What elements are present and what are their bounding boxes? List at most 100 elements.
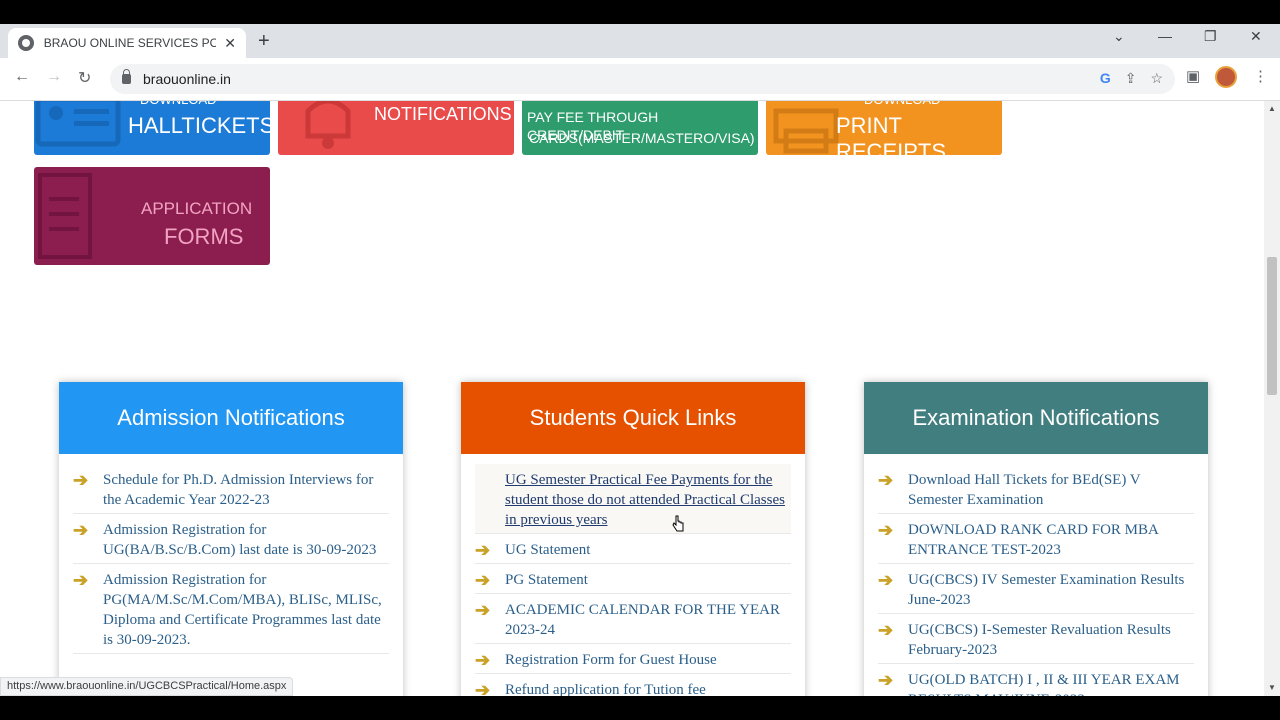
new-tab-icon[interactable]: + [258, 30, 270, 53]
admission-notifications-card: Admission Notifications ➔ Schedule for Ph… [59, 382, 403, 696]
arrow-icon: ➔ [73, 470, 89, 490]
list-item[interactable]: ➔ DOWNLOAD RANK CARD FOR MBA ENTRANCE TES… [878, 514, 1194, 564]
arrow-icon: ➔ [878, 670, 894, 690]
scroll-up-icon[interactable]: ▲ [1268, 104, 1276, 113]
side-panel-icon[interactable]: ▣ [1186, 67, 1200, 85]
tile-halltickets[interactable]: DOWNLOAD HALLTICKETS [34, 101, 270, 155]
list-item-link[interactable]: Refund application for Tution fee [505, 680, 706, 696]
screen: BRAOU ONLINE SERVICES PORT ✕ + ⌄ — ❐ ✕ ←… [0, 0, 1280, 720]
address-bar[interactable]: braouonline.in G ⇪ ☆ [110, 64, 1175, 94]
tab-search-icon[interactable]: ⌄ [1113, 28, 1125, 45]
list-item[interactable]: ➔ UG(CBCS) I-Semester Revaluation Results… [878, 614, 1194, 664]
card-header: Students Quick Links [461, 382, 805, 454]
page-viewport: DOWNLOAD HALLTICKETS NOTIFICATIONS PAY F… [0, 101, 1264, 696]
tile-line2: PRINT RECEIPTS [836, 113, 947, 155]
tab-strip: BRAOU ONLINE SERVICES PORT ✕ + ⌄ — ❐ ✕ [0, 24, 1280, 58]
bookmark-star-icon[interactable]: ☆ [1150, 70, 1163, 87]
list-item[interactable]: ➔ UG Statement [475, 534, 791, 564]
list-item[interactable]: ➔ PG Statement [475, 564, 791, 594]
tile-print-receipts[interactable]: DOWNLOAD PRINT RECEIPTS [766, 101, 1002, 155]
arrow-icon: ➔ [73, 520, 89, 540]
arrow-icon: ➔ [475, 540, 491, 560]
tile-line2: NOTIFICATIONS [374, 104, 512, 124]
list-item-link[interactable]: UG Statement [505, 540, 590, 560]
arrow-icon: ➔ [73, 570, 89, 590]
url-text: braouonline.in [143, 71, 231, 87]
printer-icon [773, 108, 839, 154]
back-icon[interactable]: ← [14, 68, 30, 86]
list-item[interactable]: ➔ UG(OLD BATCH) I , II & III YEAR EXAM RE… [878, 664, 1194, 696]
google-translate-icon[interactable]: G [1100, 70, 1111, 87]
hand-cursor-icon [672, 515, 684, 532]
forward-icon[interactable]: → [46, 68, 62, 86]
share-icon[interactable]: ⇪ [1125, 70, 1137, 87]
tile-line1: APPLICATION [141, 199, 253, 218]
tile-line1: DOWNLOAD [140, 101, 217, 109]
tile-line1: DOWNLOAD [864, 101, 941, 109]
arrow-icon: ➔ [475, 680, 491, 696]
form-icon [38, 173, 92, 259]
quick-links-list: ➔ UG Semester Practical Fee Payments for … [461, 454, 805, 696]
menu-kebab-icon[interactable]: ⋮ [1253, 67, 1268, 85]
list-item-link[interactable]: Schedule for Ph.D. Admission Interviews … [103, 470, 389, 510]
bell-icon [305, 101, 351, 149]
scroll-down-icon[interactable]: ▼ [1268, 683, 1276, 692]
list-item-link[interactable]: PG Statement [505, 570, 588, 590]
students-quick-links-card: Students Quick Links ➔ UG Semester Practi… [461, 382, 805, 696]
browser-toolbar: ← → ↻ braouonline.in G ⇪ ☆ ▣ ⋮ [0, 58, 1280, 101]
arrow-icon: ➔ [475, 650, 491, 670]
list-item-link[interactable]: DOWNLOAD RANK CARD FOR MBA ENTRANCE TEST… [908, 520, 1194, 560]
list-item[interactable]: ➔ Admission Registration for PG(MA/M.Sc/M… [73, 564, 389, 654]
examination-notifications-card: Examination Notifications ➔ Download Hall… [864, 382, 1208, 696]
omnibox-icons: G ⇪ ☆ [1100, 70, 1163, 87]
restore-icon[interactable]: ❐ [1204, 28, 1217, 45]
list-item-link[interactable]: UG(CBCS) IV Semester Examination Results… [908, 570, 1194, 610]
list-item[interactable]: ➔UG Semester Practical Fee Payments for … [475, 464, 791, 534]
notification-list: ➔ Download Hall Tickets for BEd(SE) V Sem… [864, 454, 1208, 696]
minimize-icon[interactable]: — [1158, 28, 1172, 44]
list-item-link[interactable]: UG(CBCS) I-Semester Revaluation Results … [908, 620, 1194, 660]
list-item-link[interactable]: Admission Registration for UG(BA/B.Sc/B.… [103, 520, 389, 560]
reload-icon[interactable]: ↻ [78, 68, 91, 88]
browser-tab[interactable]: BRAOU ONLINE SERVICES PORT ✕ [8, 28, 246, 58]
arrow-icon: ➔ [878, 570, 894, 590]
browser-chrome: BRAOU ONLINE SERVICES PORT ✕ + ⌄ — ❐ ✕ ←… [0, 24, 1280, 101]
vertical-scrollbar[interactable]: ▲ ▼ [1264, 101, 1280, 696]
tile-line2: HALLTICKETS [128, 113, 270, 138]
arrow-icon: ➔ [878, 470, 894, 490]
tab-title: BRAOU ONLINE SERVICES PORT [43, 36, 217, 50]
list-item-link[interactable]: UG Semester Practical Fee Payments for t… [505, 470, 791, 530]
card-header: Examination Notifications [864, 382, 1208, 454]
list-item-link[interactable]: Registration Form for Guest House [505, 650, 717, 670]
list-item-link[interactable]: Admission Registration for PG(MA/M.Sc/M.… [103, 570, 389, 650]
list-item-link[interactable]: ACADEMIC CALENDAR FOR THE YEAR 2023-24 [505, 600, 791, 640]
list-item-link[interactable]: Download Hall Tickets for BEd(SE) V Seme… [908, 470, 1194, 510]
list-item[interactable]: ➔ Download Hall Tickets for BEd(SE) V Sem… [878, 464, 1194, 514]
close-window-icon[interactable]: ✕ [1250, 28, 1262, 45]
list-item[interactable]: ➔ ACADEMIC CALENDAR FOR THE YEAR 2023-24 [475, 594, 791, 644]
list-item[interactable]: ➔ Schedule for Ph.D. Admission Interviews… [73, 464, 389, 514]
notification-list: ➔ Schedule for Ph.D. Admission Interviews… [59, 454, 403, 654]
tile-line2: CARDS(MASTER/MASTERO/VISA) [529, 130, 755, 146]
list-item[interactable]: ➔ Registration Form for Guest House [475, 644, 791, 674]
arrow-icon: ➔ [878, 620, 894, 640]
tile-line2: FORMS [164, 224, 244, 249]
lock-icon[interactable] [122, 69, 131, 84]
arrow-icon: ➔ [475, 600, 491, 620]
arrow-icon: ➔ [475, 570, 491, 590]
tile-notifications[interactable]: NOTIFICATIONS [278, 101, 514, 155]
globe-icon [18, 35, 34, 51]
status-url-bubble: https://www.braouonline.in/UGCBCSPractic… [0, 677, 294, 696]
tile-pay-fee[interactable]: PAY FEE THROUGH CREDIT/DEBIT CARDS(MASTE… [522, 101, 758, 155]
tile-application-forms[interactable]: APPLICATION FORMS [34, 167, 270, 265]
list-item[interactable]: ➔ UG(CBCS) IV Semester Examination Result… [878, 564, 1194, 614]
card-header: Admission Notifications [59, 382, 403, 454]
close-tab-icon[interactable]: ✕ [224, 35, 236, 52]
id-card-icon [35, 101, 121, 147]
list-item-link[interactable]: UG(OLD BATCH) I , II & III YEAR EXAM RES… [908, 670, 1194, 696]
list-item[interactable]: ➔ Admission Registration for UG(BA/B.Sc/B… [73, 514, 389, 564]
arrow-icon: ➔ [878, 520, 894, 540]
list-item[interactable]: ➔ Refund application for Tution fee [475, 674, 791, 696]
avatar[interactable] [1215, 66, 1237, 88]
scrollbar-thumb[interactable] [1267, 257, 1277, 395]
